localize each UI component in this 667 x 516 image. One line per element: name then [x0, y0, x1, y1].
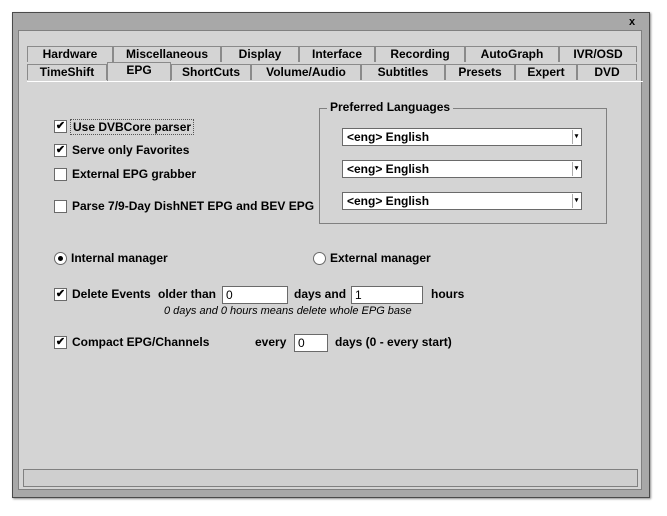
- compact-checkbox[interactable]: ✔: [54, 336, 67, 349]
- tab-dvd[interactable]: DVD: [577, 64, 637, 80]
- tab-volume-audio[interactable]: Volume/Audio: [251, 64, 361, 80]
- use-dvbcore-checkbox[interactable]: ✔: [54, 120, 67, 133]
- tab-epg[interactable]: EPG: [107, 62, 171, 82]
- settings-window: x Hardware Miscellaneous Display Interfa…: [12, 12, 650, 498]
- every-label: every: [255, 335, 287, 349]
- language-value-1: <eng> English: [347, 130, 430, 144]
- compact-days-label: days (0 - every start): [335, 335, 452, 349]
- use-dvbcore-label: Use DVBCore parser: [70, 119, 195, 135]
- external-grabber-label: External EPG grabber: [72, 167, 197, 181]
- preferred-languages-title: Preferred Languages: [327, 100, 454, 114]
- external-grabber-checkbox[interactable]: [54, 168, 67, 181]
- language-value-3: <eng> English: [347, 194, 430, 208]
- tab-presets[interactable]: Presets: [445, 64, 515, 80]
- tab-subtitles[interactable]: Subtitles: [361, 64, 445, 80]
- chevron-down-icon[interactable]: ▾: [572, 194, 580, 208]
- hours-label: hours: [431, 287, 465, 301]
- tab-miscellaneous[interactable]: Miscellaneous: [113, 46, 221, 62]
- external-manager-radio[interactable]: [313, 252, 326, 265]
- serve-favorites-label: Serve only Favorites: [72, 143, 190, 157]
- serve-favorites-checkbox[interactable]: ✔: [54, 144, 67, 157]
- tab-ivr-osd[interactable]: IVR/OSD: [559, 46, 637, 62]
- hours-input[interactable]: 1: [351, 286, 423, 304]
- tab-hardware[interactable]: Hardware: [27, 46, 113, 62]
- language-select-1[interactable]: <eng> English ▾: [342, 128, 582, 146]
- parse-dishnet-checkbox[interactable]: [54, 200, 67, 213]
- language-select-3[interactable]: <eng> English ▾: [342, 192, 582, 210]
- radio-selected-dot: [58, 256, 63, 261]
- settings-panel: Hardware Miscellaneous Display Interface…: [18, 30, 643, 490]
- tab-display[interactable]: Display: [221, 46, 299, 62]
- tab-divider: [27, 81, 643, 82]
- compact-label: Compact EPG/Channels: [72, 335, 210, 349]
- days-input[interactable]: 0: [222, 286, 288, 304]
- tab-timeshift[interactable]: TimeShift: [27, 64, 107, 80]
- parse-dishnet-label: Parse 7/9-Day DishNET EPG and BEV EPG: [72, 199, 315, 213]
- delete-events-note: 0 days and 0 hours means delete whole EP…: [164, 305, 412, 317]
- language-select-2[interactable]: <eng> English ▾: [342, 160, 582, 178]
- chevron-down-icon[interactable]: ▾: [572, 130, 580, 144]
- internal-manager-label: Internal manager: [71, 251, 168, 265]
- tab-interface[interactable]: Interface: [299, 46, 375, 62]
- delete-events-checkbox[interactable]: ✔: [54, 288, 67, 301]
- internal-manager-radio[interactable]: [54, 252, 67, 265]
- delete-events-label: Delete Events: [72, 287, 151, 301]
- language-value-2: <eng> English: [347, 162, 430, 176]
- tab-recording[interactable]: Recording: [375, 46, 465, 62]
- days-and-label: days and: [294, 287, 347, 301]
- compact-days-input[interactable]: 0: [294, 334, 328, 352]
- older-than-label: older than: [158, 287, 217, 301]
- external-manager-label: External manager: [330, 251, 431, 265]
- close-icon[interactable]: x: [625, 16, 639, 28]
- chevron-down-icon[interactable]: ▾: [572, 162, 580, 176]
- status-bar: [23, 469, 638, 487]
- tab-autograph[interactable]: AutoGraph: [465, 46, 559, 62]
- tab-shortcuts[interactable]: ShortCuts: [171, 64, 251, 80]
- tab-expert[interactable]: Expert: [515, 64, 577, 80]
